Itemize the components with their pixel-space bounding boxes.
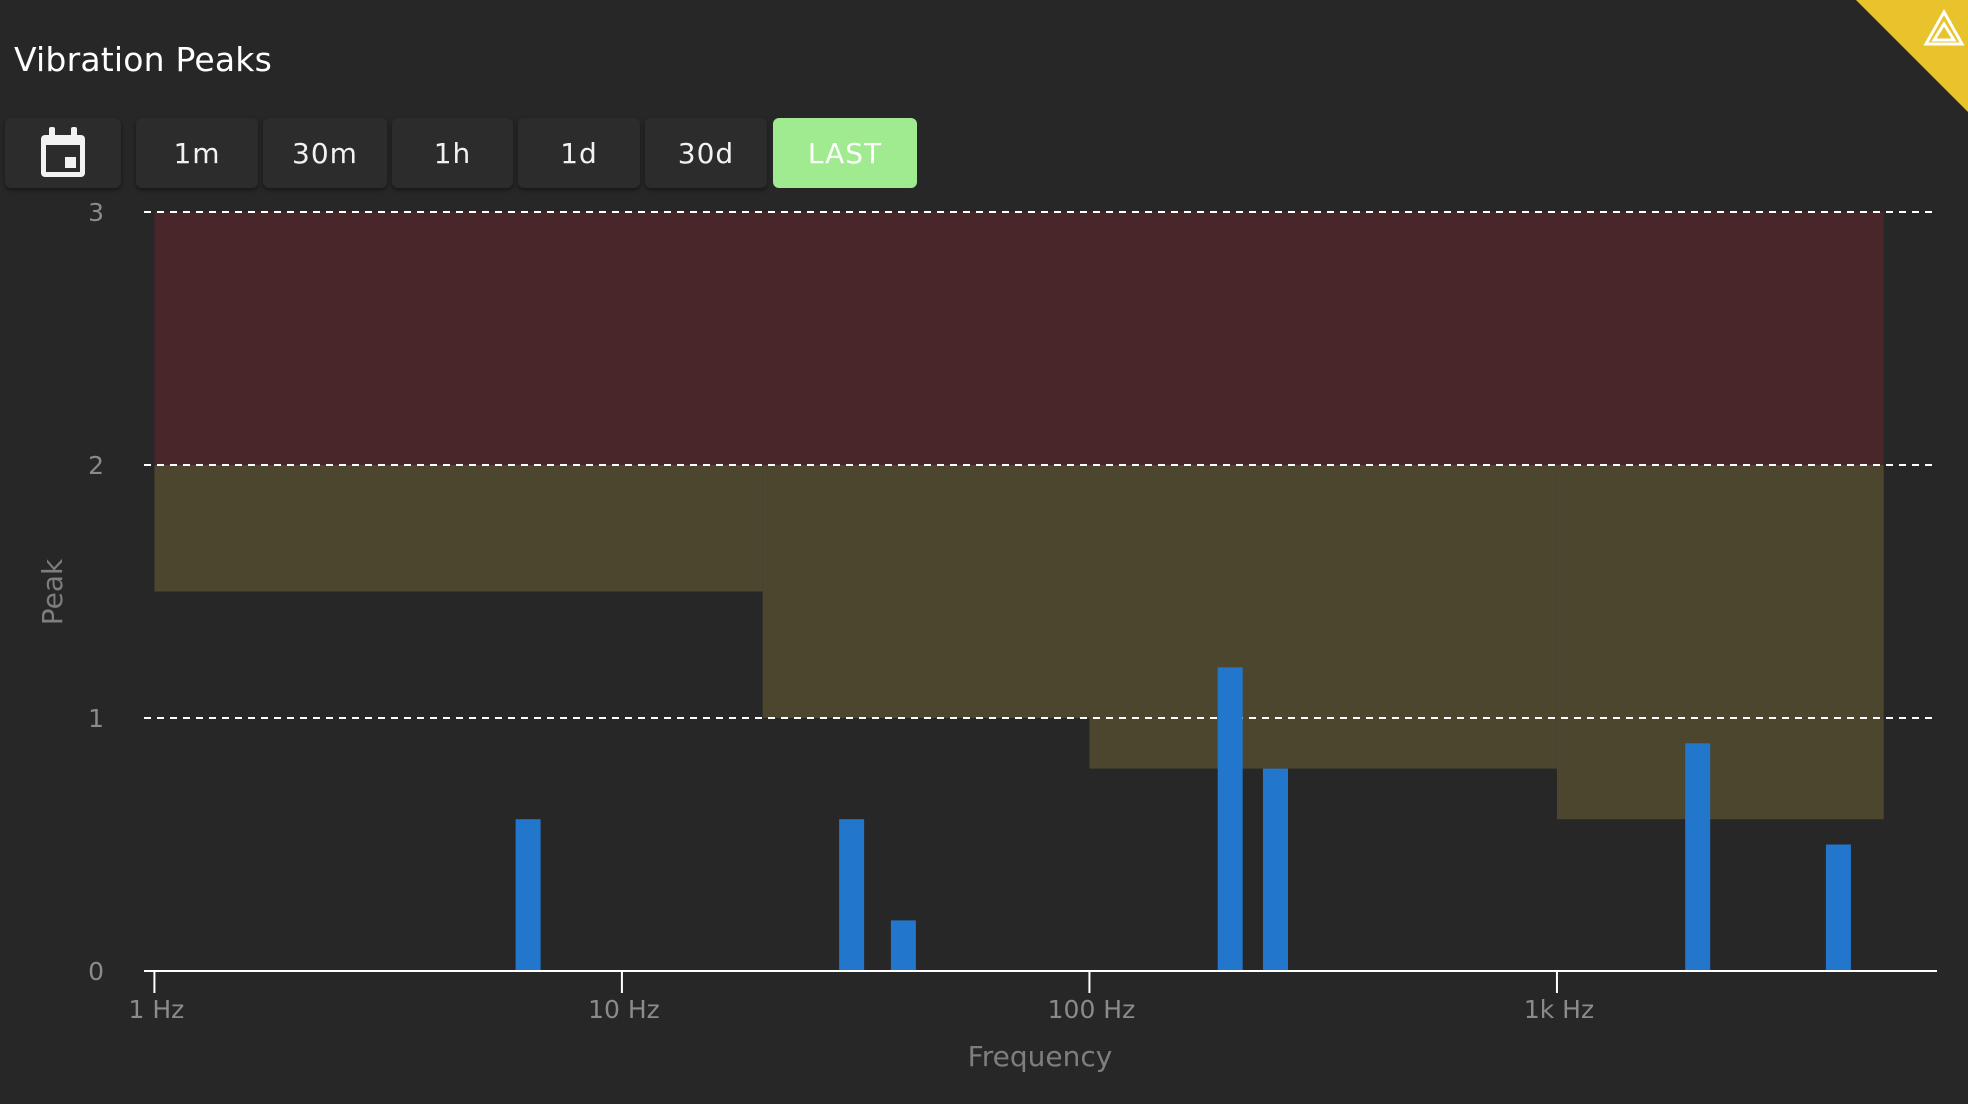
- threshold-zones: [154, 212, 1884, 820]
- x-tick-label: 10 Hz: [588, 995, 660, 1024]
- bar-31hz[interactable]: [839, 819, 865, 971]
- bar-6.3hz[interactable]: [515, 819, 541, 971]
- warning-zone-segment-1: [762, 465, 1090, 718]
- bar-200hz[interactable]: [1217, 667, 1243, 971]
- warning-zone-segment-0: [154, 465, 763, 592]
- y-tick-label: 3: [88, 198, 104, 227]
- y-tick-label: 0: [88, 957, 104, 986]
- warning-zone-segment-2: [1089, 465, 1557, 769]
- bar-250hz[interactable]: [1262, 768, 1288, 971]
- bar-4000hz[interactable]: [1825, 844, 1851, 972]
- bar-2000hz[interactable]: [1685, 743, 1711, 971]
- x-tick-label: 1k Hz: [1524, 995, 1594, 1024]
- x-axis-title: Frequency: [968, 1040, 1113, 1073]
- x-tick-label: 1 Hz: [129, 995, 185, 1024]
- y-axis-title: Peak: [36, 558, 69, 625]
- y-tick-label: 2: [88, 451, 104, 480]
- warning-zone-segment-3: [1556, 465, 1884, 820]
- vibration-peaks-chart: 1 Hz 10 Hz 100 Hz 1k Hz 0 1 2 3 Peak Frequency: [36, 198, 1937, 1073]
- bar-40hz[interactable]: [890, 920, 916, 971]
- alarm-zone: [154, 212, 1884, 465]
- x-tick-label: 100 Hz: [1048, 995, 1136, 1024]
- y-tick-label: 1: [88, 704, 104, 733]
